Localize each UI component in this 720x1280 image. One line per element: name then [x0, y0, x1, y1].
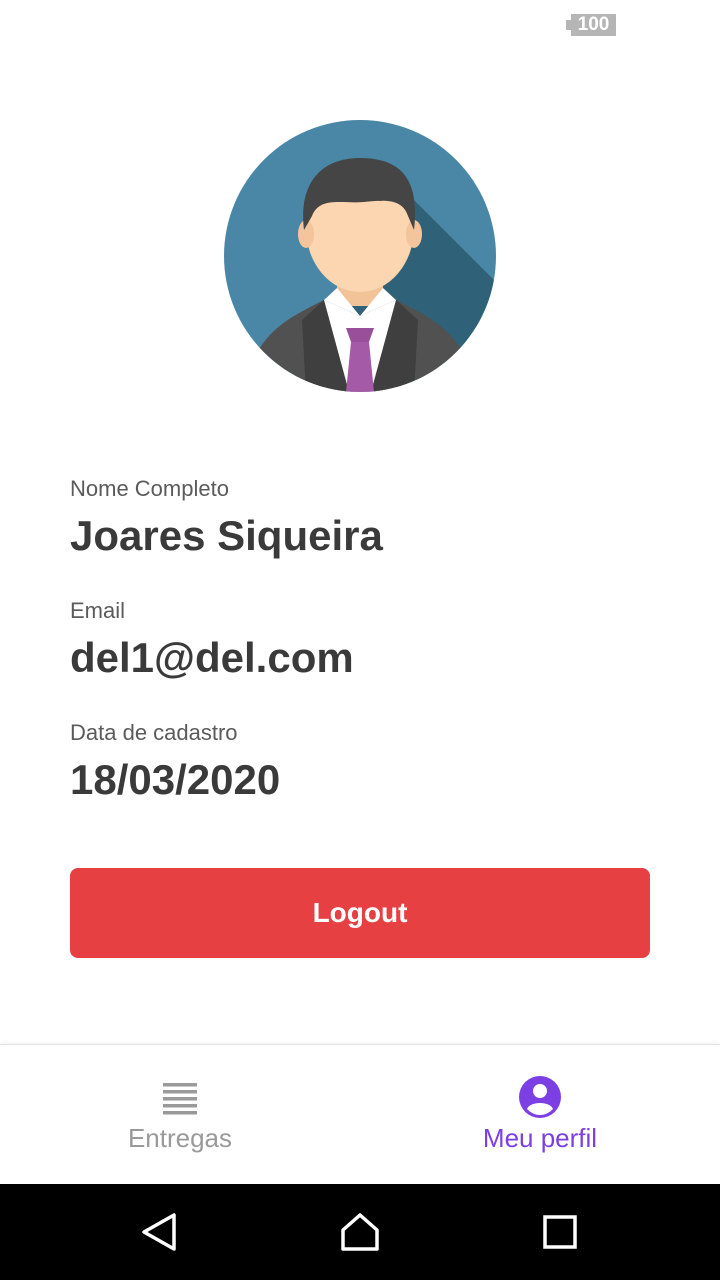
name-label: Nome Completo — [70, 476, 229, 501]
list-icon — [163, 1083, 197, 1115]
registration-date-label: Data de cadastro — [70, 720, 238, 745]
bottom-tab-bar: Entregas Meu perfil — [0, 1044, 720, 1185]
battery-level: 100 — [571, 14, 616, 36]
home-icon[interactable] — [340, 1212, 380, 1252]
tab-meu-perfil[interactable]: Meu perfil — [360, 1045, 720, 1185]
account-circle-icon — [519, 1076, 561, 1118]
logout-button[interactable]: Logout — [70, 868, 650, 958]
email-label: Email — [70, 598, 126, 623]
system-nav-bar — [0, 1184, 720, 1280]
profile-screen: 100 Nome Completo Joares Siqueira Email … — [0, 0, 720, 1280]
status-bar: 100 — [0, 0, 720, 48]
recents-icon[interactable] — [540, 1212, 580, 1252]
tab-meu-perfil-label: Meu perfil — [482, 1123, 598, 1153]
tab-entregas-label: Entregas — [127, 1123, 233, 1153]
tab-entregas[interactable]: Entregas — [0, 1045, 360, 1185]
registration-date-value: 18/03/2020 — [70, 756, 281, 803]
name-value: Joares Siqueira — [70, 512, 383, 559]
battery-indicator: 100 — [566, 14, 616, 36]
avatar — [224, 120, 496, 392]
back-icon[interactable] — [140, 1212, 180, 1252]
email-value: del1@del.com — [70, 634, 354, 681]
